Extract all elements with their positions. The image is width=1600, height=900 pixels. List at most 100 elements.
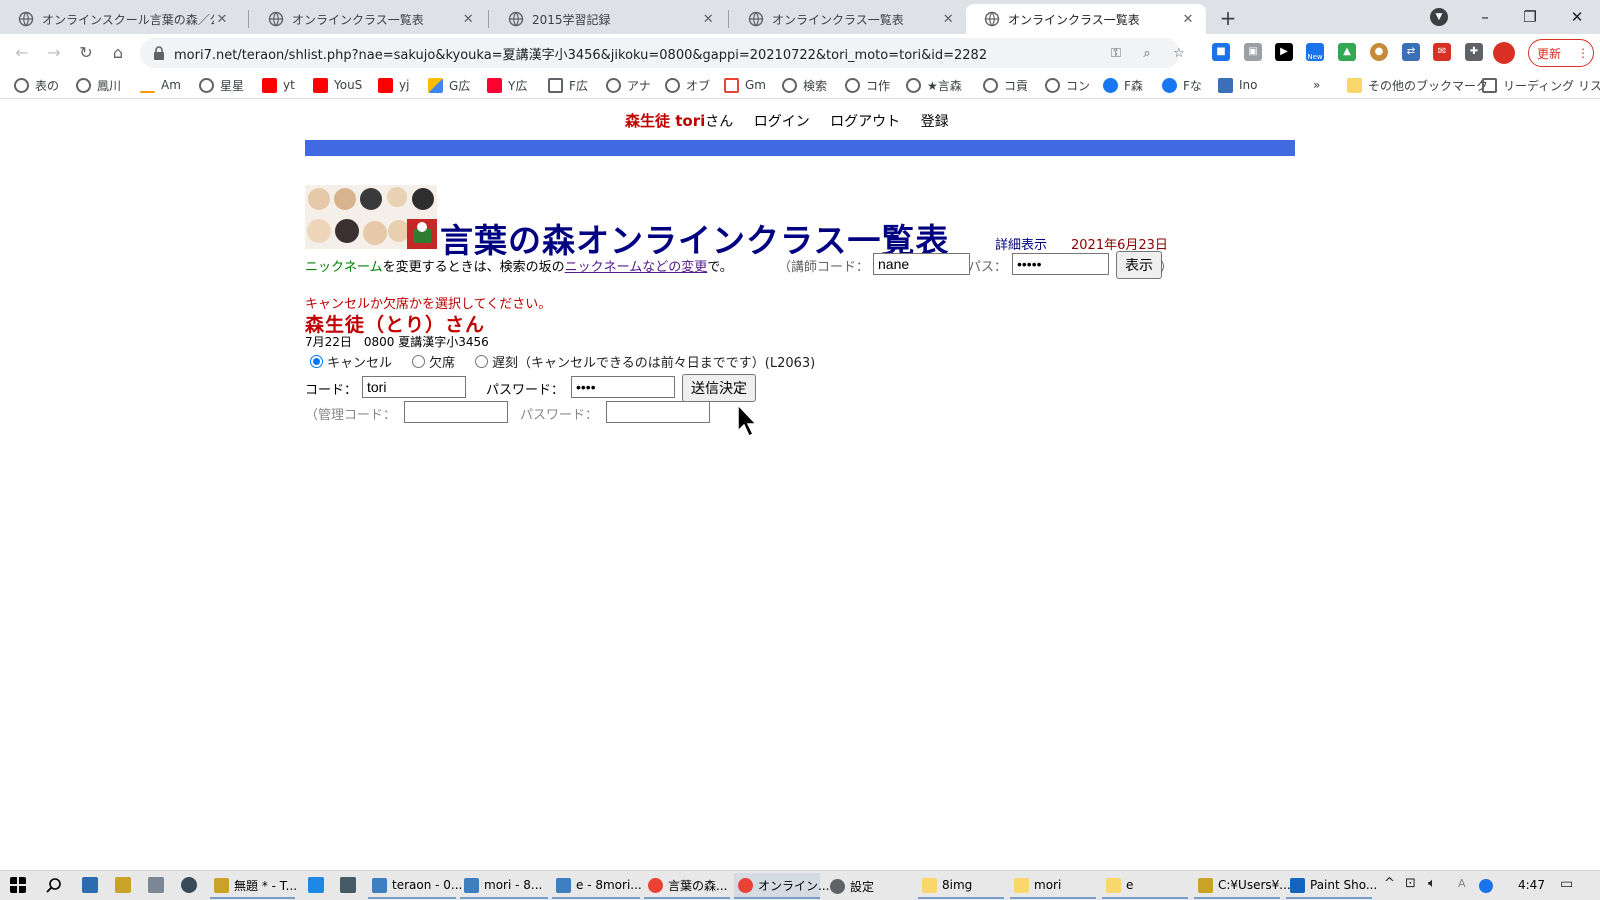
home-icon[interactable]: ⌂ xyxy=(106,41,130,65)
bookmark-item[interactable]: Gm xyxy=(724,76,766,94)
extension-translate-icon[interactable]: ⇄ xyxy=(1402,43,1420,61)
taskbar-item[interactable]: mori - 8... xyxy=(460,873,548,899)
teacher-pass-input[interactable] xyxy=(1012,253,1109,275)
admin-password-input[interactable] xyxy=(606,401,710,423)
minimize-button[interactable]: – xyxy=(1465,4,1505,30)
notification-icon[interactable]: ▭ xyxy=(1560,876,1573,892)
more-bookmarks-chevron-icon[interactable]: » xyxy=(1313,76,1320,94)
radio-absent-label[interactable]: 欠席 xyxy=(429,352,455,371)
taskbar-item[interactable]: teraon - 0... xyxy=(368,873,462,899)
bookmark-item[interactable]: 鳳川 xyxy=(76,76,121,94)
tab-3[interactable]: 2015学習記録 ✕ xyxy=(490,4,726,34)
key-icon[interactable]: ⚿ xyxy=(1107,45,1125,63)
close-tab-icon[interactable]: ✕ xyxy=(700,12,716,27)
profile-avatar-icon[interactable] xyxy=(1493,42,1515,64)
code-input[interactable] xyxy=(362,376,466,398)
taskbar-item[interactable]: 無題 * - T... xyxy=(210,873,297,899)
back-arrow-icon[interactable]: ← xyxy=(10,41,34,65)
taskbar-item[interactable]: e xyxy=(1102,873,1188,899)
taskbar-item[interactable]: e - 8mori... xyxy=(552,873,642,899)
bookmark-item[interactable]: オブ xyxy=(665,76,710,94)
taskbar-item[interactable]: C:¥Users¥... xyxy=(1194,873,1291,899)
bookmark-item[interactable]: F広 xyxy=(548,76,588,94)
bookmark-item[interactable]: コン xyxy=(1045,76,1090,94)
tab-search-icon[interactable]: ▼ xyxy=(1430,8,1448,26)
search-icon[interactable] xyxy=(46,877,62,893)
cookie-icon[interactable]: ● xyxy=(1370,43,1388,61)
radio-late-label[interactable]: 遅刻（キャンセルできるのは前々日までです）(L2063) xyxy=(492,352,815,371)
bookmark-item[interactable]: yj xyxy=(378,76,409,94)
close-tab-icon[interactable]: ✕ xyxy=(1180,12,1196,27)
close-tab-icon[interactable]: ✕ xyxy=(460,12,476,27)
taskbar-item[interactable]: 設定 xyxy=(826,873,912,899)
app-icon[interactable] xyxy=(82,877,98,893)
google-drive-icon[interactable]: ▲ xyxy=(1338,43,1356,61)
restore-button[interactable]: ❐ xyxy=(1510,4,1550,30)
taskbar-item-active[interactable]: オンライン... xyxy=(734,873,829,899)
reload-icon[interactable]: ↻ xyxy=(74,41,98,65)
ime-indicator-icon[interactable]: A xyxy=(1458,877,1466,890)
app-icon[interactable] xyxy=(181,877,197,893)
puzzle-extensions-icon[interactable]: ✚ xyxy=(1465,43,1483,61)
bookmark-item[interactable]: F森 xyxy=(1103,76,1143,94)
speaker-icon[interactable]: 🔈︎ xyxy=(1428,876,1436,891)
app-icon[interactable] xyxy=(148,877,164,893)
megaphone-icon[interactable]: ✉ xyxy=(1433,43,1451,61)
tab-4[interactable]: オンラインクラス一覧表 ✕ xyxy=(730,4,966,34)
login-link[interactable]: ログイン xyxy=(754,114,810,130)
bookmark-item[interactable]: 星星 xyxy=(199,76,244,94)
register-link[interactable]: 登録 xyxy=(921,114,949,130)
zoom-icon[interactable]: ⌕ xyxy=(1138,45,1156,63)
close-window-button[interactable]: ✕ xyxy=(1557,4,1597,30)
nickname-change-link[interactable]: ニックネームなどの変更 xyxy=(565,260,708,275)
update-button[interactable]: 更新 ⋮ xyxy=(1493,39,1594,67)
admin-code-input[interactable] xyxy=(404,401,508,423)
forward-arrow-icon[interactable]: → xyxy=(42,41,66,65)
new-tab-button[interactable]: + xyxy=(1215,6,1241,32)
bookmark-item[interactable]: Am xyxy=(140,76,181,94)
taskbar-item[interactable]: 8img xyxy=(918,873,1004,899)
bookmark-item[interactable]: 検索 xyxy=(782,76,827,94)
extension-new-icon[interactable]: New xyxy=(1306,43,1324,61)
bookmark-item[interactable]: YouS xyxy=(313,76,362,94)
bookmark-item[interactable]: 表の xyxy=(14,76,59,94)
bookmark-item[interactable]: コ作 xyxy=(845,76,890,94)
reading-list[interactable]: リーディング リスト xyxy=(1482,76,1600,94)
other-bookmarks-folder[interactable]: その他のブックマーク xyxy=(1347,76,1488,94)
tab-2[interactable]: オンラインクラス一覧表 ✕ xyxy=(250,4,486,34)
close-tab-icon[interactable]: ✕ xyxy=(940,12,956,27)
radio-absent[interactable] xyxy=(412,355,426,368)
bookmark-item[interactable]: G広 xyxy=(428,76,470,94)
tab-1[interactable]: オンラインスクール言葉の森／公式ホ ✕ xyxy=(0,4,240,34)
extension-blue-icon[interactable]: ■ xyxy=(1212,43,1230,61)
extension-video-icon[interactable]: ▶ xyxy=(1275,43,1293,61)
chevron-up-icon[interactable]: ^ xyxy=(1384,876,1395,891)
show-button[interactable]: 表示 xyxy=(1116,251,1162,279)
app-icon[interactable] xyxy=(308,877,324,893)
radio-late[interactable] xyxy=(475,355,489,368)
logout-link[interactable]: ログアウト xyxy=(830,114,900,130)
onedrive-icon[interactable] xyxy=(1479,879,1493,893)
radio-cancel-label[interactable]: キャンセル xyxy=(327,352,392,371)
windows-start-icon[interactable] xyxy=(10,877,26,893)
submit-button[interactable]: 送信決定 xyxy=(682,374,756,402)
taskbar-clock[interactable]: 4:47 xyxy=(1518,878,1545,892)
bookmark-item[interactable]: ★言森 xyxy=(906,76,962,94)
radio-cancel[interactable] xyxy=(310,355,323,368)
network-icon[interactable]: ⊡ xyxy=(1405,876,1416,891)
tab-5-active[interactable]: オンラインクラス一覧表 ✕ xyxy=(966,4,1206,34)
taskbar-item[interactable]: 言葉の森... xyxy=(644,873,730,899)
app-icon[interactable] xyxy=(115,877,131,893)
address-bar[interactable]: mori7.net/teraon/shlist.php?nae=sakujo&k… xyxy=(140,38,1180,68)
menu-dots-icon[interactable]: ⋮ xyxy=(1577,46,1589,60)
bookmark-item[interactable]: コ貢 xyxy=(983,76,1028,94)
bookmark-item[interactable]: yt xyxy=(262,76,295,94)
detail-view-link[interactable]: 詳細表示 xyxy=(995,234,1047,253)
extension-grey-icon[interactable]: ▣ xyxy=(1244,43,1262,61)
bookmark-item[interactable]: アナ xyxy=(606,76,651,94)
app-icon[interactable] xyxy=(340,877,356,893)
bookmark-star-icon[interactable]: ☆ xyxy=(1170,45,1188,63)
taskbar-item[interactable]: mori xyxy=(1010,873,1096,899)
teacher-code-input[interactable] xyxy=(873,253,970,275)
bookmark-item[interactable]: Y広 xyxy=(487,76,527,94)
